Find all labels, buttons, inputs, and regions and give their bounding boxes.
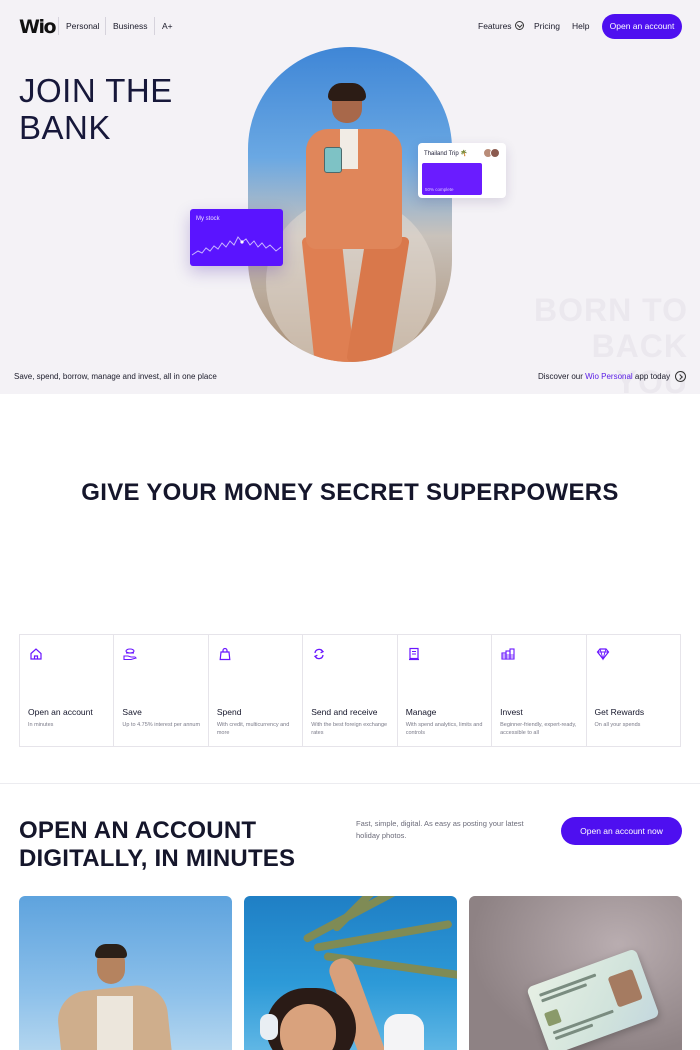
feature-title: Invest xyxy=(500,707,523,717)
feature-title: Get Rewards xyxy=(594,707,645,717)
nav-divider xyxy=(105,17,106,35)
hero-person-shirt xyxy=(340,129,358,169)
lifestyle-photo-id-card xyxy=(469,896,682,1050)
feature-subtitle: In minutes xyxy=(28,722,54,728)
feature-title: Send and receive xyxy=(311,707,378,717)
nav-link-aplus[interactable]: A+ xyxy=(162,21,173,31)
feature-card-save[interactable]: Save Up to 4.75% interest per annum xyxy=(114,635,209,746)
feature-subtitle: Beginner-friendly, expert-ready, accessi… xyxy=(500,722,577,736)
feature-subtitle: Up to 4.75% interest per annum xyxy=(122,722,201,728)
open-account-now-button[interactable]: Open an account now xyxy=(561,817,682,845)
feature-title: Manage xyxy=(405,707,437,717)
photo-figure xyxy=(97,996,133,1050)
feature-card-open-account[interactable]: Open an account In minutes xyxy=(20,635,115,746)
chevron-down-icon xyxy=(514,21,524,30)
lifestyle-photo-man xyxy=(19,896,232,1050)
arrow-right-icon[interactable] xyxy=(675,371,686,382)
lifestyle-photo-woman xyxy=(244,896,457,1050)
nav-features-label: Features xyxy=(478,21,512,31)
id-card-line xyxy=(552,1009,614,1035)
nav-link-business[interactable]: Business xyxy=(113,21,148,31)
receipt-icon xyxy=(408,647,419,661)
home-icon xyxy=(30,648,42,660)
nav-divider xyxy=(58,17,59,35)
feature-title: Save xyxy=(122,707,142,717)
feature-card-spend[interactable]: Spend With credit, multicurrency and mor… xyxy=(209,635,304,746)
open-account-title: OPEN AN ACCOUNT DIGITALLY, IN MINUTES xyxy=(19,817,296,872)
discover-suffix: app today xyxy=(632,372,671,381)
feature-subtitle: With the best foreign exchange rates xyxy=(311,722,388,736)
stock-sparkline xyxy=(191,236,282,256)
coins-icon xyxy=(501,648,515,660)
feature-subtitle: With spend analytics, limits and control… xyxy=(405,722,483,736)
discover-app-link[interactable]: Discover our Wio Personal app today xyxy=(538,372,670,381)
id-card-photo xyxy=(607,968,643,1008)
save-icon xyxy=(123,648,138,661)
nav-link-pricing[interactable]: Pricing xyxy=(534,21,560,31)
stock-card-label: My stock xyxy=(196,216,220,222)
wio-logo[interactable]: Wio xyxy=(19,16,57,38)
section-divider xyxy=(0,783,700,784)
hero-title: JOIN THE BANK xyxy=(19,72,173,146)
hero-tagline: Save, spend, borrow, manage and invest, … xyxy=(14,372,217,381)
trip-progress-label: 50% complete xyxy=(425,187,454,192)
feature-grid: Open an account In minutes Save Up to 4.… xyxy=(19,634,681,747)
hero-section: Wio Personal Business A+ Features Pricin… xyxy=(0,0,700,394)
photo-figure xyxy=(95,944,127,958)
feature-subtitle: With credit, multicurrency and more xyxy=(216,722,290,736)
trip-card-label: Thailand Trip 🌴 xyxy=(424,151,468,157)
nav-link-help[interactable]: Help xyxy=(572,21,589,31)
flag-icon xyxy=(543,1008,562,1027)
nav-features-dropdown[interactable]: Features xyxy=(478,21,524,31)
feature-card-send-receive[interactable]: Send and receive With the best foreign e… xyxy=(303,635,398,746)
stock-widget-card: My stock xyxy=(190,209,283,266)
feature-card-rewards[interactable]: Get Rewards On all your spends xyxy=(587,635,680,746)
exchange-icon xyxy=(314,648,325,660)
nav-divider xyxy=(154,17,155,35)
discover-prefix: Discover our xyxy=(538,372,586,381)
hero-person-hair xyxy=(328,83,366,101)
open-account-description: Fast, simple, digital. As easy as postin… xyxy=(356,819,524,840)
discover-brand: Wio Personal xyxy=(585,372,633,381)
top-nav: Wio Personal Business A+ Features Pricin… xyxy=(0,0,700,52)
photo-figure xyxy=(384,1014,424,1050)
feature-subtitle: On all your spends xyxy=(594,722,641,728)
phone-icon xyxy=(324,147,342,173)
trip-progress-bar: 50% complete xyxy=(422,163,482,195)
feature-card-invest[interactable]: Invest Beginner-friendly, expert-ready, … xyxy=(492,635,587,746)
savings-goal-card: Thailand Trip 🌴 50% complete xyxy=(418,143,506,198)
avatar xyxy=(490,148,500,158)
diamond-icon xyxy=(596,648,609,661)
feature-title: Spend xyxy=(216,707,242,717)
feature-card-manage[interactable]: Manage With spend analytics, limits and … xyxy=(398,635,493,746)
hero-image xyxy=(248,47,452,362)
avatar-group xyxy=(483,148,501,158)
powers-title: GIVE YOUR MONEY SECRET SUPERPOWERS xyxy=(81,479,619,506)
open-account-button[interactable]: Open an account xyxy=(602,14,682,39)
headphones-icon xyxy=(260,1014,278,1040)
feature-title: Open an account xyxy=(28,707,93,717)
bag-icon xyxy=(219,647,231,661)
nav-link-personal[interactable]: Personal xyxy=(66,21,100,31)
